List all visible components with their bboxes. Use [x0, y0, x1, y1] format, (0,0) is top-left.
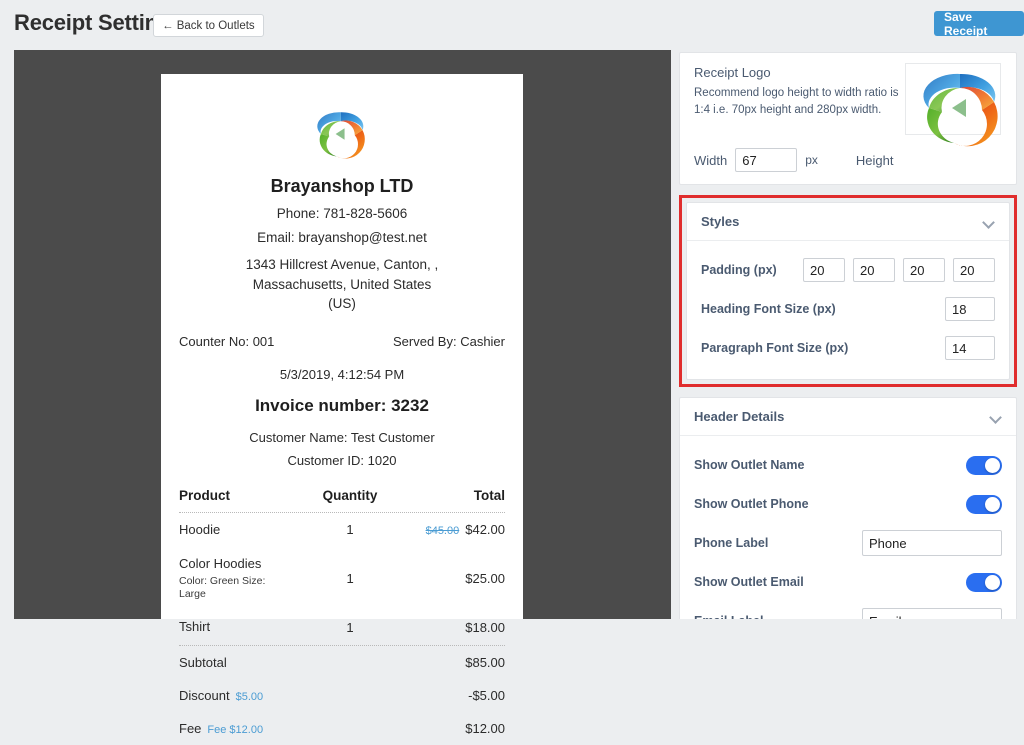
- styles-card-header[interactable]: Styles: [687, 203, 1009, 241]
- email-label-row: Email Label: [694, 604, 1002, 619]
- receipt-address-line-2: Massachusetts, United States: [252, 276, 432, 292]
- receipt-shop-name: Brayanshop LTD: [270, 176, 414, 196]
- total-value: -$5.00: [468, 687, 505, 703]
- show-outlet-phone-toggle[interactable]: [966, 494, 1002, 514]
- receipt-counter-no: Counter No: 001: [179, 333, 275, 349]
- receipt-table-header: Product Quantity Total: [179, 488, 505, 512]
- show-outlet-name-row: Show Outlet Name: [694, 448, 1002, 482]
- email-label-label: Email Label: [694, 614, 763, 619]
- table-row: Hoodie 1 $45.00 $42.00: [179, 513, 505, 547]
- show-outlet-email-toggle[interactable]: [966, 572, 1002, 592]
- header-details-card-title: Header Details: [694, 409, 785, 424]
- receipt-logo-description: Recommend logo height to width ratio is …: [694, 87, 899, 116]
- logo-preview-box[interactable]: [905, 63, 1001, 135]
- styles-card-body: Padding (px) Heading Font Size (px) Para…: [687, 241, 1009, 379]
- item-total: $18.00: [465, 620, 505, 636]
- receipt-address-line-3: (US): [328, 296, 356, 312]
- paragraph-font-size-input[interactable]: [945, 336, 995, 360]
- settings-panel: Receipt Logo Recommend logo height to wi…: [679, 52, 1017, 619]
- chevron-down-icon[interactable]: [991, 413, 1002, 420]
- back-to-outlets-button[interactable]: ← Back to Outlets: [153, 14, 264, 37]
- receipt-preview-stage: Brayanshop LTD Phone: 781-828-5606 Email…: [14, 50, 671, 736]
- receipt-logo: [179, 102, 505, 166]
- show-outlet-email-label: Show Outlet Email: [694, 575, 804, 589]
- heading-font-size-input[interactable]: [945, 297, 995, 321]
- receipt-address-line-1: 1343 Hillcrest Avenue, Canton, ,: [245, 257, 439, 272]
- receipt-datetime: 5/3/2019, 4:12:54 PM: [279, 366, 405, 382]
- trefoil-logo-icon: [317, 112, 365, 159]
- item-quantity: 1: [346, 522, 354, 538]
- total-sublabel: Fee $12.00: [207, 723, 264, 736]
- email-label-input[interactable]: [862, 608, 1002, 619]
- logo-height-label: Height: [855, 152, 894, 168]
- padding-row: Padding (px): [701, 253, 995, 287]
- item-quantity: 1: [346, 620, 354, 636]
- show-outlet-email-row: Show Outlet Email: [694, 565, 1002, 599]
- receipt-customer-id: Customer ID: 1020: [287, 452, 397, 468]
- receipt-customer-name: Customer Name: Test Customer: [249, 429, 435, 445]
- phone-label-row: Phone Label: [694, 526, 1002, 560]
- item-quantity: 1: [346, 571, 354, 587]
- show-outlet-phone-label: Show Outlet Phone: [694, 497, 809, 511]
- logo-px-unit: px: [805, 153, 818, 167]
- total-value: $12.00: [465, 720, 505, 736]
- item-old-price: $45.00: [425, 525, 460, 538]
- receipt-items-table: Product Quantity Total Hoodie 1 $45.00 $4…: [179, 488, 505, 745]
- receipt-phone: Phone: 781-828-5606: [276, 206, 408, 221]
- logo-width-input[interactable]: [735, 148, 798, 172]
- receipt-preview-card: Brayanshop LTD Phone: 781-828-5606 Email…: [161, 74, 523, 736]
- logo-width-label: Width: [694, 152, 728, 168]
- total-row-fee: Fee Fee $12.00 $12.00: [179, 712, 505, 745]
- total-label: Discount: [179, 687, 230, 703]
- item-name: Tshirt: [179, 619, 211, 635]
- receipt-email: Email: brayanshop@test.net: [257, 230, 427, 245]
- item-total: $42.00: [465, 522, 505, 538]
- padding-left-input[interactable]: [953, 258, 995, 282]
- phone-label-input[interactable]: [862, 530, 1002, 556]
- item-name: Color Hoodies: [179, 555, 262, 571]
- column-header-total: Total: [473, 487, 505, 503]
- paragraph-font-size-row: Paragraph Font Size (px): [701, 331, 995, 365]
- total-value: $85.00: [465, 654, 505, 670]
- top-bar: Receipt Settings ← Back to Outlets Save …: [0, 0, 1024, 50]
- padding-right-input[interactable]: [853, 258, 895, 282]
- header-details-card-header[interactable]: Header Details: [680, 398, 1016, 436]
- show-outlet-phone-row: Show Outlet Phone: [694, 487, 1002, 521]
- total-row-discount: Discount $5.00 -$5.00: [179, 679, 505, 712]
- phone-label-label: Phone Label: [694, 536, 769, 550]
- total-sublabel: $5.00: [235, 690, 264, 703]
- show-outlet-name-label: Show Outlet Name: [694, 458, 805, 472]
- column-header-quantity: Quantity: [322, 487, 378, 503]
- logo-dimensions-row: Width px Height: [694, 148, 894, 172]
- receipt-invoice-number: Invoice number: 3232: [255, 395, 429, 415]
- show-outlet-name-toggle[interactable]: [966, 455, 1002, 475]
- save-receipt-button[interactable]: Save Receipt: [934, 10, 1024, 38]
- total-row-subtotal: Subtotal $85.00: [179, 646, 505, 679]
- padding-label: Padding (px): [701, 263, 777, 277]
- chevron-down-icon[interactable]: [984, 218, 995, 225]
- receipt-meta-row: Counter No: 001 Served By: Cashier: [179, 334, 505, 349]
- header-details-card: Header Details Show Outlet Name Show Out…: [679, 397, 1017, 619]
- heading-font-size-row: Heading Font Size (px): [701, 292, 995, 326]
- styles-card: Styles Padding (px) Heading Font Size (p…: [686, 202, 1010, 380]
- receipt-logo-card: Receipt Logo Recommend logo height to wi…: [679, 52, 1017, 185]
- padding-bottom-input[interactable]: [903, 258, 945, 282]
- styles-card-highlight: Styles Padding (px) Heading Font Size (p…: [679, 195, 1017, 387]
- total-label: Fee: [179, 720, 202, 736]
- header-details-card-body: Show Outlet Name Show Outlet Phone Phone…: [680, 436, 1016, 619]
- item-name: Hoodie: [179, 521, 221, 537]
- table-row: Tshirt 1 $18.00: [179, 610, 505, 644]
- item-variant: Color: Green Size: Large: [179, 575, 266, 601]
- receipt-address: 1343 Hillcrest Avenue, Canton, , Massach…: [179, 255, 505, 314]
- item-total: $25.00: [465, 571, 505, 587]
- column-header-product: Product: [179, 487, 231, 503]
- receipt-served-by: Served By: Cashier: [393, 333, 505, 349]
- table-row: Color Hoodies Color: Green Size: Large 1…: [179, 547, 505, 611]
- paragraph-font-size-label: Paragraph Font Size (px): [701, 341, 849, 355]
- total-label: Subtotal: [179, 654, 227, 670]
- styles-card-title: Styles: [701, 214, 740, 229]
- heading-font-size-label: Heading Font Size (px): [701, 302, 836, 316]
- padding-top-input[interactable]: [803, 258, 845, 282]
- padding-inputs-group: [803, 258, 995, 282]
